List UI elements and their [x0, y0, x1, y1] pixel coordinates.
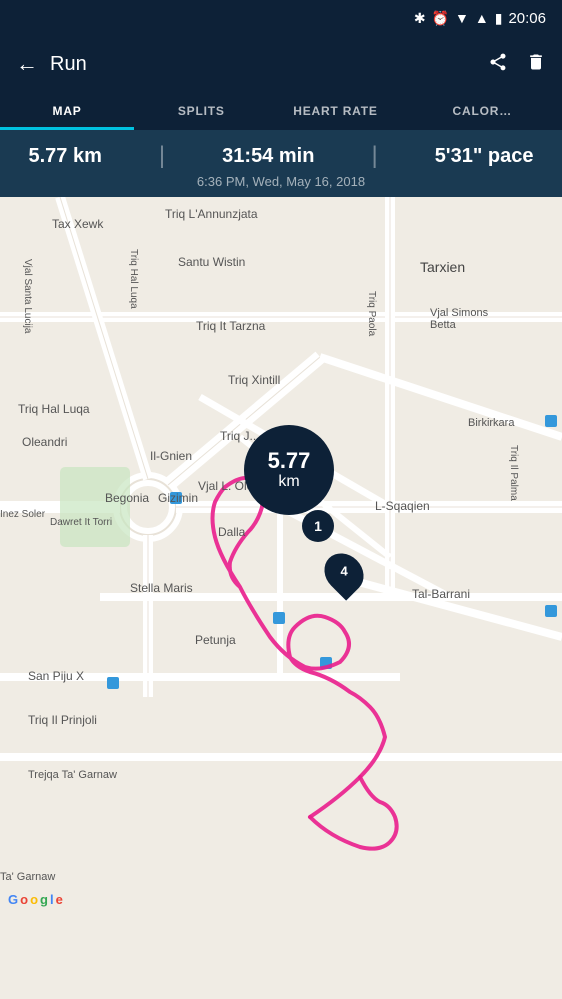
- delete-button[interactable]: [526, 52, 546, 77]
- header-title: Run: [50, 53, 87, 76]
- split-marker-1: 1: [302, 510, 334, 542]
- header-left: ← Run: [16, 51, 87, 77]
- tab-bar: MAP SPLITS HEART RATE CALOR…: [0, 92, 562, 130]
- distance-marker: 5.77 km: [244, 425, 334, 515]
- status-time: 20:06: [508, 10, 546, 27]
- share-button[interactable]: [488, 52, 508, 77]
- tab-calories[interactable]: CALOR…: [403, 92, 562, 130]
- alarm-icon: ⏰: [432, 10, 449, 27]
- map-svg: [0, 197, 562, 915]
- tab-heart-rate[interactable]: HEART RATE: [268, 92, 402, 130]
- stat-duration: 31:54 min: [222, 145, 314, 168]
- wifi-icon: ▼: [455, 10, 469, 26]
- stats-row: 5.77 km | 31:54 min | 5'31" pace: [0, 142, 562, 170]
- finish-marker: 4: [326, 552, 362, 594]
- google-logo: G o o g l e: [8, 892, 63, 907]
- bluetooth-icon: ✱: [414, 10, 426, 27]
- stats-bar: 5.77 km | 31:54 min | 5'31" pace 6:36 PM…: [0, 130, 562, 197]
- tab-map[interactable]: MAP: [0, 92, 134, 130]
- status-bar: ✱ ⏰ ▼ ▲ ▮ 20:06: [0, 0, 562, 36]
- header-right: [488, 52, 546, 77]
- signal-icon: ▲: [475, 10, 489, 26]
- status-icons: ✱ ⏰ ▼ ▲ ▮ 20:06: [414, 10, 546, 27]
- stat-pace: 5'31" pace: [435, 145, 534, 168]
- back-button[interactable]: ←: [16, 51, 38, 77]
- stat-sep-1: |: [159, 142, 165, 170]
- map-container: Tax Xewk Triq L'Annunzjata Santu Wistin …: [0, 197, 562, 915]
- stat-distance: 5.77 km: [29, 145, 102, 168]
- stat-sep-2: |: [371, 142, 377, 170]
- battery-icon: ▮: [495, 10, 503, 27]
- stats-date: 6:36 PM, Wed, May 16, 2018: [197, 174, 365, 189]
- tab-splits[interactable]: SPLITS: [134, 92, 268, 130]
- header: ← Run: [0, 36, 562, 92]
